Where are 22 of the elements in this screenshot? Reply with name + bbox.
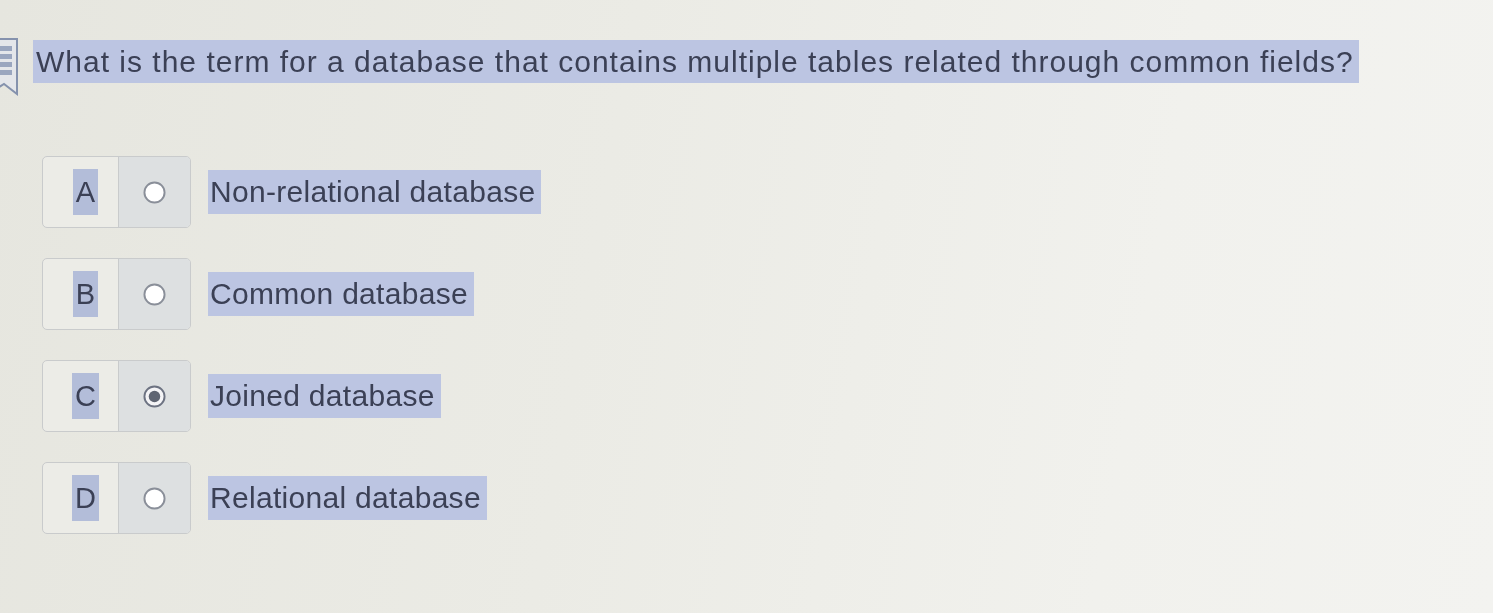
radio-button-icon[interactable]: [143, 180, 166, 204]
option-label: Non-relational database: [208, 170, 542, 214]
option-letter: C: [72, 373, 99, 419]
radio-cell[interactable]: [118, 463, 190, 533]
option-label: Relational database: [208, 476, 487, 520]
bookmark-icon[interactable]: [0, 38, 19, 96]
radio-button-icon[interactable]: [143, 282, 166, 306]
choice-box[interactable]: D: [42, 462, 191, 534]
option-letter: D: [72, 475, 99, 521]
radio-cell[interactable]: [118, 259, 190, 329]
radio-button-icon[interactable]: [143, 486, 166, 510]
question-text: What is the term for a database that contains multiple tables related through common fields?: [33, 40, 1359, 83]
radio-button-icon[interactable]: [143, 384, 166, 408]
option-letter: B: [72, 271, 99, 317]
choice-box[interactable]: B: [42, 258, 191, 330]
option-letter: A: [72, 169, 99, 215]
choice-box[interactable]: C: [42, 360, 191, 432]
radio-cell[interactable]: [118, 157, 190, 227]
radio-cell[interactable]: [118, 361, 190, 431]
choice-box[interactable]: A: [42, 156, 191, 228]
option-label: Common database: [208, 272, 474, 316]
option-label: Joined database: [208, 374, 441, 418]
